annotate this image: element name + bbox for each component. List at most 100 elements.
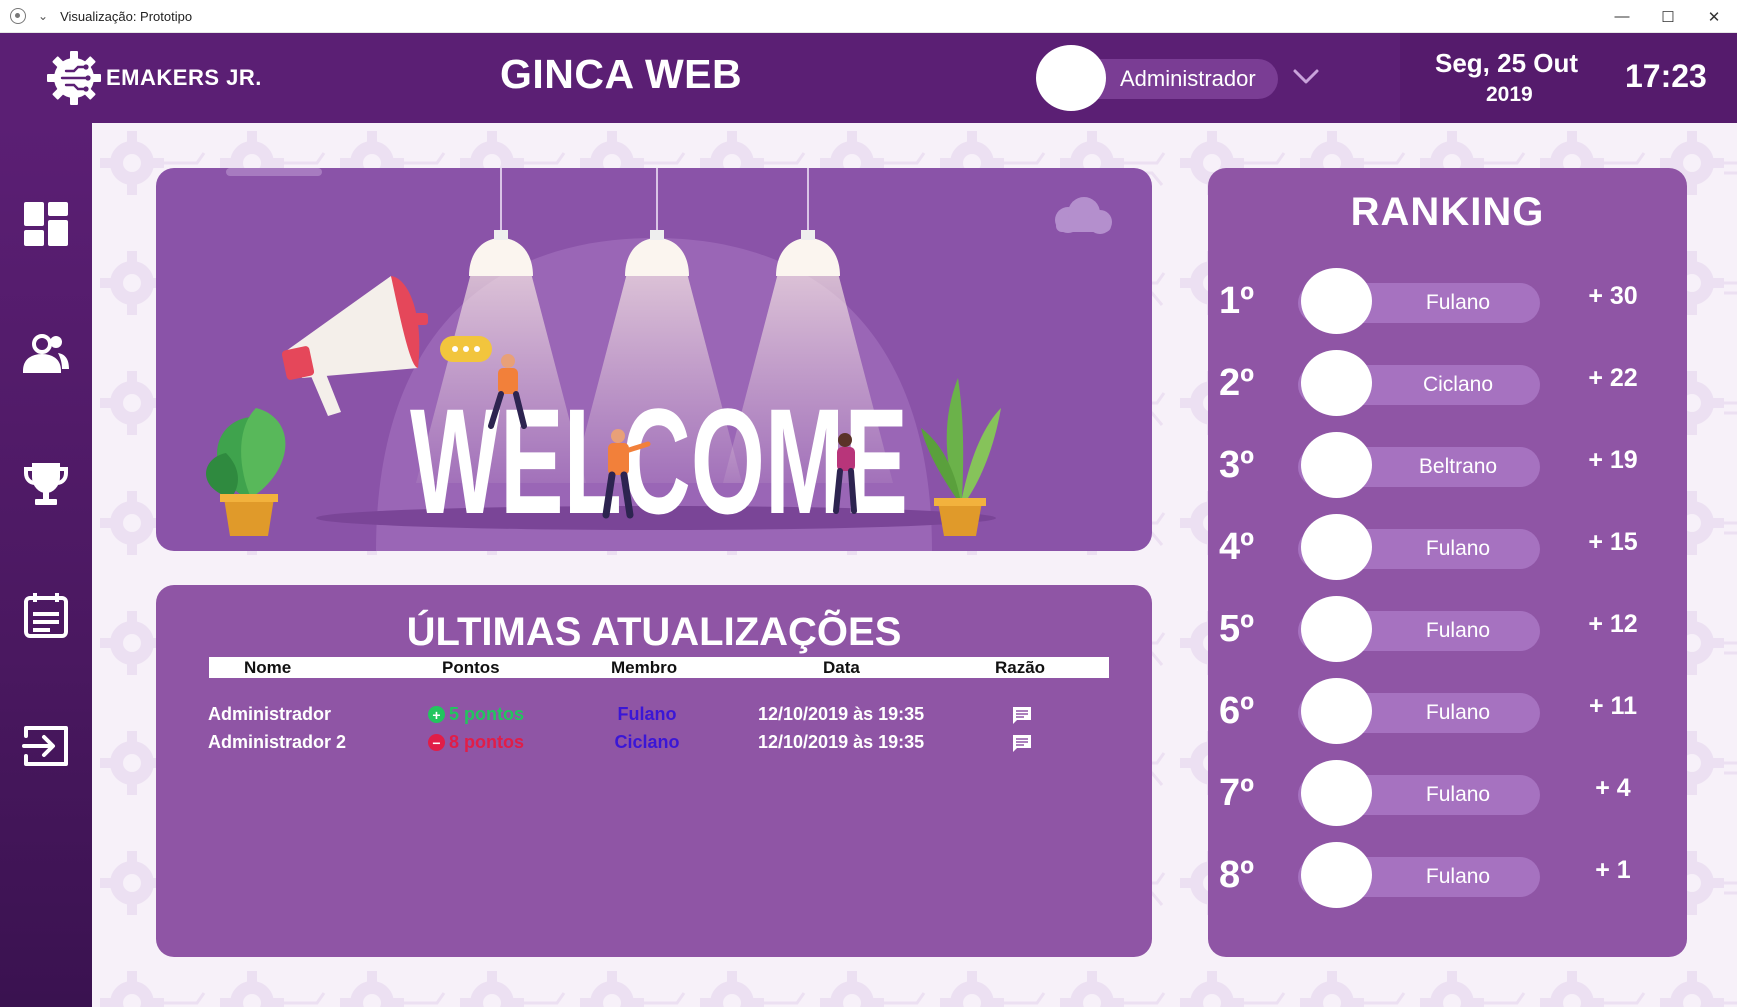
ranking-entry[interactable]: 1º Fulano + 30 bbox=[1208, 268, 1687, 334]
avatar bbox=[1301, 596, 1372, 662]
chevron-down-icon[interactable] bbox=[1292, 65, 1320, 87]
rank-score: + 11 bbox=[1589, 692, 1637, 720]
rank-score: + 22 bbox=[1588, 364, 1638, 392]
rank-name: Fulano bbox=[1425, 619, 1491, 642]
column-header-membro: Membro bbox=[611, 658, 678, 677]
dashboard-icon bbox=[24, 202, 68, 246]
row-nome: Administrador 2 bbox=[208, 732, 347, 752]
logout-icon bbox=[22, 726, 68, 766]
app-window: ⌄ Visualização: Prototipo — ☐ ✕ EMAKERS … bbox=[0, 0, 1737, 1007]
maximize-button[interactable]: ☐ bbox=[1645, 0, 1691, 33]
sidebar-item-trophy[interactable] bbox=[0, 445, 92, 525]
table-header: Nome Pontos Membro Data Razão bbox=[209, 657, 1109, 678]
trophy-icon bbox=[24, 463, 68, 505]
app-header: EMAKERS JR. GINCA WEB Administrador Seg,… bbox=[0, 33, 1737, 123]
points-value: 8 pontos bbox=[449, 732, 524, 752]
minimize-button[interactable]: — bbox=[1599, 0, 1645, 33]
rank-name: Fulano bbox=[1425, 291, 1491, 314]
comment-icon[interactable] bbox=[1012, 706, 1032, 725]
user-name[interactable]: Administrador bbox=[1120, 66, 1256, 92]
welcome-illustration: WELCOME bbox=[206, 168, 1112, 551]
row-membro[interactable]: Fulano bbox=[582, 704, 712, 725]
welcome-text: WELCOME bbox=[410, 377, 908, 545]
rank-name: Fulano bbox=[1425, 537, 1491, 560]
ranking-entry[interactable]: 6º Fulano + 11 bbox=[1208, 678, 1687, 744]
users-icon bbox=[22, 334, 69, 373]
chevron-down-icon[interactable]: ⌄ bbox=[38, 9, 48, 23]
ranking-entry[interactable]: 4º Fulano + 15 bbox=[1208, 514, 1687, 580]
row-nome: Administrador bbox=[208, 704, 332, 724]
avatar bbox=[1301, 268, 1372, 334]
avatar[interactable] bbox=[1036, 45, 1106, 111]
points-value: 5 pontos bbox=[449, 704, 524, 724]
ranking-entry[interactable]: 2º Ciclano + 22 bbox=[1208, 350, 1687, 416]
updates-panel: ÚLTIMAS ATUALIZAÇÕES Nome Pontos Membro … bbox=[156, 585, 1152, 957]
table-row: Administrador 2 − 8 pontos Ciclano 12/10… bbox=[156, 730, 1152, 756]
rank-name: Fulano bbox=[1425, 865, 1491, 888]
rank-position: 3º bbox=[1219, 444, 1255, 486]
comment-icon[interactable] bbox=[1012, 734, 1032, 753]
rank-position: 8º bbox=[1219, 854, 1255, 896]
app-window-icon bbox=[10, 8, 26, 24]
calendar-icon bbox=[24, 593, 68, 638]
rank-name: Fulano bbox=[1425, 783, 1491, 806]
window-title: Visualização: Prototipo bbox=[60, 8, 193, 24]
plus-circle-icon: + bbox=[428, 706, 445, 723]
table-row: Administrador + 5 pontos Fulano 12/10/20… bbox=[156, 702, 1152, 728]
rank-position: 5º bbox=[1219, 608, 1255, 650]
sidebar bbox=[0, 123, 92, 1007]
rank-score: + 19 bbox=[1588, 446, 1638, 474]
current-time: 17:23 bbox=[1625, 58, 1707, 94]
rank-name: Ciclano bbox=[1422, 373, 1494, 396]
sidebar-item-dashboard[interactable] bbox=[0, 184, 92, 264]
ranking-title: RANKING bbox=[1350, 190, 1545, 234]
rank-score: + 4 bbox=[1595, 774, 1631, 802]
close-button[interactable]: ✕ bbox=[1691, 0, 1737, 33]
row-data: 12/10/2019 às 19:35 bbox=[758, 704, 925, 724]
avatar bbox=[1301, 760, 1372, 826]
sidebar-item-users[interactable] bbox=[0, 315, 92, 395]
rank-position: 1º bbox=[1219, 280, 1255, 322]
rank-score: + 12 bbox=[1588, 610, 1638, 638]
window-controls: — ☐ ✕ bbox=[1599, 0, 1737, 33]
gear-logo-icon bbox=[47, 51, 101, 105]
ranking-entry[interactable]: 8º Fulano + 1 bbox=[1208, 842, 1687, 908]
ranking-panel: RANKING 1º Fulano + 30 2º Ciclano + 22 3… bbox=[1208, 168, 1687, 957]
ranking-entry[interactable]: 3º Beltrano + 19 bbox=[1208, 432, 1687, 498]
avatar bbox=[1301, 842, 1372, 908]
rank-score: + 15 bbox=[1588, 528, 1638, 556]
row-razao[interactable] bbox=[1012, 734, 1032, 758]
app-title: GINCA WEB bbox=[500, 51, 743, 97]
row-pontos: + 5 pontos bbox=[428, 704, 524, 725]
rank-position: 2º bbox=[1219, 362, 1255, 404]
rank-score: + 30 bbox=[1588, 282, 1638, 310]
ranking-entry[interactable]: 5º Fulano + 12 bbox=[1208, 596, 1687, 662]
row-pontos: − 8 pontos bbox=[428, 732, 524, 753]
minus-circle-icon: − bbox=[428, 734, 445, 751]
logo[interactable]: EMAKERS JR. bbox=[44, 48, 262, 108]
rank-name: Beltrano bbox=[1418, 455, 1498, 478]
welcome-banner: WELCOME bbox=[156, 168, 1152, 551]
rank-position: 4º bbox=[1219, 526, 1255, 568]
sidebar-item-logout[interactable] bbox=[0, 706, 92, 786]
window-titlebar: ⌄ Visualização: Prototipo — ☐ ✕ bbox=[0, 0, 1737, 33]
row-membro[interactable]: Ciclano bbox=[582, 732, 712, 753]
column-header-razao: Razão bbox=[995, 658, 1046, 677]
sidebar-item-calendar[interactable] bbox=[0, 575, 92, 655]
rank-score: + 1 bbox=[1595, 856, 1631, 884]
rank-position: 7º bbox=[1219, 772, 1255, 814]
avatar bbox=[1301, 678, 1372, 744]
column-header-data: Data bbox=[823, 658, 860, 677]
avatar bbox=[1301, 350, 1372, 416]
updates-title: ÚLTIMAS ATUALIZAÇÕES bbox=[406, 610, 902, 654]
avatar bbox=[1301, 432, 1372, 498]
avatar bbox=[1301, 514, 1372, 580]
rank-position: 6º bbox=[1219, 690, 1255, 732]
ranking-entry[interactable]: 7º Fulano + 4 bbox=[1208, 760, 1687, 826]
logo-text: EMAKERS JR. bbox=[106, 65, 262, 90]
column-header-nome: Nome bbox=[244, 658, 292, 677]
rank-name: Fulano bbox=[1425, 701, 1491, 724]
column-header-pontos: Pontos bbox=[442, 658, 500, 677]
current-date: Seg, 25 Out bbox=[1435, 48, 1579, 78]
row-razao[interactable] bbox=[1012, 706, 1032, 730]
